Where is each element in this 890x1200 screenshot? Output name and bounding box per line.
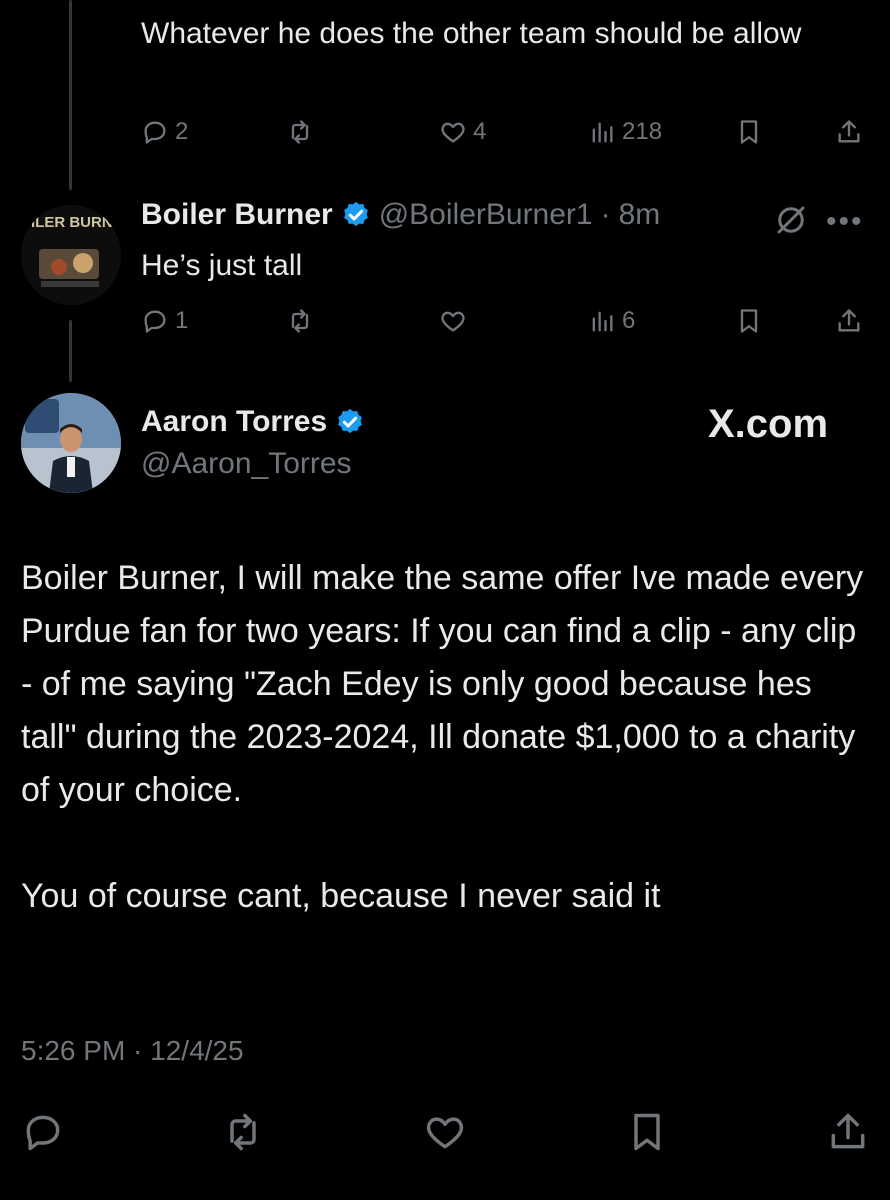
heart-icon xyxy=(426,1117,464,1149)
author-handle[interactable]: @Aaron_Torres xyxy=(141,447,352,481)
page: Whatever he does the other team should b… xyxy=(0,0,890,1200)
views-button[interactable]: 218 xyxy=(588,114,662,150)
like-button[interactable] xyxy=(439,303,467,339)
more-icon[interactable]: ••• xyxy=(826,205,864,239)
separator: · xyxy=(600,198,611,231)
views-icon xyxy=(592,311,613,332)
reply-actions: 1 6 xyxy=(141,303,871,339)
avatar[interactable] xyxy=(21,393,121,493)
reply-icon xyxy=(144,121,166,144)
reply-icon xyxy=(26,1115,60,1151)
repost-button[interactable] xyxy=(221,1108,265,1156)
share-button[interactable] xyxy=(835,114,863,150)
author-handle[interactable]: @BoilerBurner1 xyxy=(379,198,593,232)
post-time[interactable]: 8m xyxy=(619,198,661,232)
x-watermark: X.com xyxy=(708,402,829,446)
post-text: Boiler Burner, I will make the same offe… xyxy=(21,559,864,915)
repost-icon xyxy=(230,1113,256,1151)
bookmark-icon xyxy=(634,1113,660,1151)
grok-icon xyxy=(777,206,805,234)
post-handle-row: @Aaron_Torres xyxy=(141,447,352,481)
avatar[interactable]: BOILER BURNER xyxy=(21,205,121,305)
author-name[interactable]: Boiler Burner xyxy=(141,198,333,232)
share-icon xyxy=(838,120,860,143)
views-count: 218 xyxy=(622,118,663,145)
top-reply-actions: 2 4 218 xyxy=(141,114,871,150)
like-count: 4 xyxy=(473,118,487,145)
thread-line xyxy=(69,320,72,382)
bookmark-button[interactable] xyxy=(735,303,763,339)
avatar-label: BOILER BURNER xyxy=(21,214,121,231)
boiler-burner-avatar: BOILER BURNER xyxy=(21,205,121,305)
like-button[interactable]: 4 xyxy=(439,114,486,150)
heart-icon xyxy=(441,122,465,143)
post-header: Aaron Torres xyxy=(141,405,365,439)
reply-button[interactable] xyxy=(21,1108,65,1156)
grok-button[interactable] xyxy=(773,202,809,243)
top-reply-text: Whatever he does the other team should b… xyxy=(141,17,802,50)
post-actions xyxy=(21,1108,866,1156)
views-count: 6 xyxy=(622,307,636,334)
share-button[interactable] xyxy=(826,1108,870,1156)
reply-count: 1 xyxy=(175,307,189,334)
share-icon xyxy=(831,1113,865,1149)
share-icon xyxy=(838,309,860,332)
views-button[interactable]: 6 xyxy=(588,303,635,339)
thread-line xyxy=(69,0,72,190)
reply-count: 2 xyxy=(175,118,189,145)
repost-button[interactable] xyxy=(286,303,314,339)
bookmark-icon xyxy=(740,309,758,333)
reply-button[interactable]: 2 xyxy=(141,114,188,150)
like-button[interactable] xyxy=(423,1108,467,1156)
repost-icon xyxy=(291,120,309,144)
reply-icon xyxy=(144,310,166,333)
author-name[interactable]: Aaron Torres xyxy=(141,405,327,439)
bookmark-icon xyxy=(740,120,758,144)
share-button[interactable] xyxy=(835,303,863,339)
repost-button[interactable] xyxy=(286,114,314,150)
repost-icon xyxy=(291,309,309,333)
verified-badge-icon xyxy=(338,408,363,434)
heart-icon xyxy=(441,311,465,332)
reply-button[interactable]: 1 xyxy=(141,303,188,339)
reply-text: He’s just tall xyxy=(141,249,303,282)
verified-badge-icon xyxy=(343,201,368,227)
top-reply[interactable]: Whatever he does the other team should b… xyxy=(141,12,861,55)
bookmark-button[interactable] xyxy=(735,114,763,150)
post-timestamp[interactable]: 5:26 PM · 12/4/25 xyxy=(21,1035,244,1067)
reply-header: Boiler Burner @BoilerBurner1 · 8m xyxy=(141,198,660,232)
aaron-torres-avatar xyxy=(21,393,121,493)
bookmark-button[interactable] xyxy=(625,1108,669,1156)
views-icon xyxy=(592,122,613,143)
